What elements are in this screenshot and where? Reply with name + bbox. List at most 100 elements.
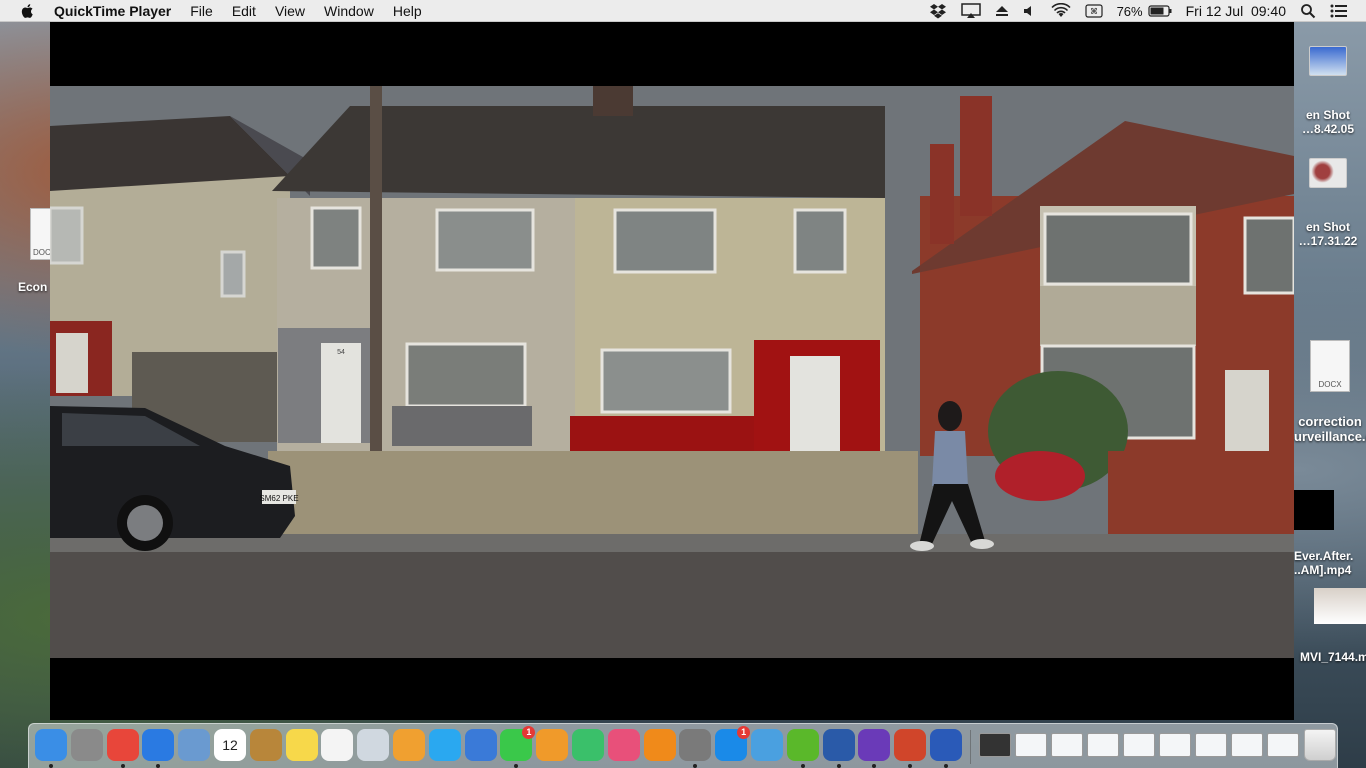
sigma-icon[interactable]: [751, 729, 783, 761]
airplay-icon[interactable]: [960, 0, 981, 22]
doc-thumbnail-8[interactable]: [1231, 733, 1263, 757]
eject-icon[interactable]: [995, 0, 1009, 22]
running-indicator: [872, 764, 877, 768]
safari-icon[interactable]: [142, 729, 175, 761]
photos-icon[interactable]: [393, 729, 425, 761]
doc-thumbnail-6[interactable]: [1159, 733, 1191, 757]
chrome-icon[interactable]: [106, 729, 139, 761]
notification-center-icon[interactable]: [1330, 0, 1348, 22]
launchpad-icon[interactable]: [70, 729, 103, 761]
calendar-icon[interactable]: 12: [214, 729, 246, 761]
input-source-icon[interactable]: ⌘: [1084, 0, 1103, 22]
running-indicator: [908, 764, 913, 768]
desktop-icon-video-mp4[interactable]: Ever.After. ..AM].mp4: [1290, 490, 1366, 577]
word-icon[interactable]: [930, 729, 962, 761]
house-door-number: 54: [337, 349, 345, 356]
running-indicator: [800, 764, 805, 768]
calendar-date-label: 12: [222, 737, 238, 753]
doc-thumbnail-7[interactable]: [1195, 733, 1227, 757]
doc-thumbnail-5[interactable]: [1123, 733, 1155, 757]
doc-thumbnail-2[interactable]: [1015, 733, 1047, 757]
quicktime-video-window[interactable]: SM62 PKE 54: [50, 22, 1294, 720]
utorrent-icon[interactable]: [786, 729, 819, 761]
preview-photos-icon[interactable]: [357, 729, 390, 761]
status-menu-area: ⌘ 76% Fri 12 Jul 09:40: [929, 0, 1366, 22]
app-store-icon[interactable]: 1: [715, 726, 751, 761]
car-number-plate: SM62 PKE: [259, 494, 298, 503]
icon-label-line2: ..AM].mp4: [1294, 563, 1352, 577]
wifi-icon[interactable]: [1051, 0, 1071, 22]
ibooks-icon[interactable]: [643, 729, 676, 761]
dock-separator: [970, 730, 971, 764]
icon-label-line1: Ever.After.: [1294, 549, 1354, 563]
running-indicator: [944, 764, 948, 768]
desktop-icon-mvi-7144[interactable]: MVI_7144.m: [1294, 588, 1366, 664]
quicktime-icon[interactable]: [822, 729, 855, 761]
icon-label-line1: Econ: [18, 280, 48, 294]
screenshot-thumbnail: [1309, 158, 1347, 188]
notification-badge: 1: [737, 726, 751, 739]
dropbox-icon[interactable]: [929, 0, 947, 22]
keynote-icon[interactable]: [464, 729, 497, 761]
icon-label-line1: MVI_7144.m: [1300, 650, 1366, 664]
trash-icon[interactable]: [1304, 729, 1336, 761]
video-frame[interactable]: SM62 PKE 54: [50, 86, 1294, 658]
dock: 12 1 1: [28, 723, 1338, 768]
menu-window[interactable]: Window: [324, 3, 374, 19]
icon-label-line2: urveillance.d: [1294, 429, 1366, 444]
video-frame-scene: SM62 PKE 54: [50, 86, 1294, 658]
desktop-icon-screenshot-2[interactable]: en Shot …17.31.22: [1290, 158, 1366, 248]
running-indicator: [156, 764, 161, 768]
doc-thumbnail-9[interactable]: [1267, 733, 1299, 757]
running-indicator: [120, 764, 125, 768]
doc-thumbnail-3[interactable]: [1051, 733, 1083, 757]
video-thumbnail: [1294, 490, 1334, 530]
menu-file[interactable]: File: [190, 3, 213, 19]
preview-icon[interactable]: [178, 729, 211, 761]
reminders-icon[interactable]: [321, 729, 354, 761]
finder-icon[interactable]: [35, 729, 67, 761]
facetime-icon[interactable]: 1: [500, 726, 536, 761]
screenshot-thumbnail: [1309, 46, 1347, 76]
apple-menu-icon[interactable]: [20, 3, 36, 19]
icon-label-line1: correction: [1298, 414, 1362, 429]
notes-icon[interactable]: [285, 729, 318, 761]
messages-icon[interactable]: [428, 729, 461, 761]
volume-icon[interactable]: [1023, 0, 1037, 22]
clock-datetime[interactable]: Fri 12 Jul 09:40: [1186, 0, 1286, 22]
running-indicator: [514, 764, 519, 768]
icon-label-line2: …8.42.05: [1301, 122, 1355, 136]
icon-label-line1: en Shot: [1306, 108, 1350, 122]
icon-label-line2: …17.31.22: [1298, 234, 1358, 248]
video-thumbnail: [1314, 588, 1366, 624]
menu-view[interactable]: View: [275, 3, 305, 19]
imovie-icon[interactable]: [858, 729, 891, 761]
menu-bar: QuickTime Player File Edit View Window H…: [0, 0, 1366, 22]
doc-thumbnail-1[interactable]: [979, 733, 1011, 757]
menu-app-name[interactable]: QuickTime Player: [54, 3, 171, 19]
doc-thumbnail-4[interactable]: [1087, 733, 1119, 757]
numbers-icon[interactable]: [572, 729, 604, 761]
menu-help[interactable]: Help: [393, 3, 422, 19]
running-indicator: [693, 764, 698, 768]
system-preferences-icon[interactable]: [679, 729, 712, 761]
desktop-icon-correction-docx[interactable]: DOCX correction urveillance.d: [1294, 340, 1366, 444]
desktop-icon-screenshot-1[interactable]: en Shot …8.42.05: [1290, 46, 1366, 136]
file-badge-label: DOCX: [1318, 380, 1342, 389]
svg-text:⌘: ⌘: [1090, 7, 1098, 16]
file-badge-label: DOC: [33, 248, 51, 257]
icon-label-line1: en Shot: [1306, 220, 1350, 234]
battery-icon[interactable]: [1148, 0, 1172, 22]
menu-edit[interactable]: Edit: [232, 3, 256, 19]
itunes-icon[interactable]: [607, 729, 640, 761]
doc-file-icon: DOC: [30, 208, 52, 260]
running-indicator: [49, 764, 53, 768]
pages-icon[interactable]: [536, 729, 569, 761]
desktop-icon-econ-doc[interactable]: DOC Econ: [14, 208, 52, 294]
docx-file-icon: DOCX: [1310, 340, 1350, 392]
contacts-icon[interactable]: [249, 729, 282, 761]
battery-percent[interactable]: 76%: [1117, 0, 1143, 22]
running-indicator: [836, 764, 841, 768]
spotlight-search-icon[interactable]: [1300, 0, 1316, 22]
powerpoint-icon[interactable]: [894, 729, 927, 761]
